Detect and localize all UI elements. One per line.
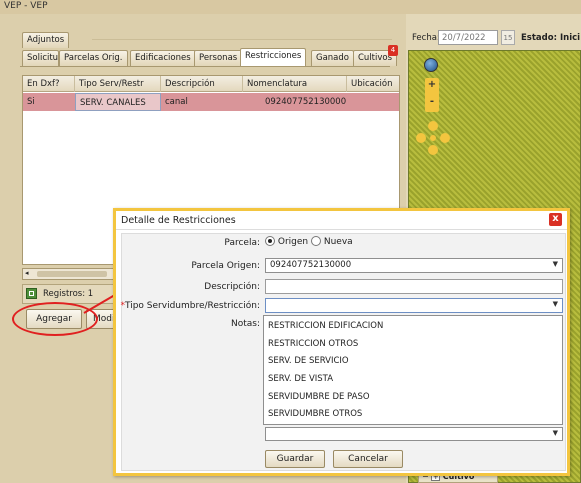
parcela-origen-label: Parcela Origen: [191, 261, 260, 271]
chevron-down-icon[interactable]: ▼ [553, 429, 558, 437]
cell-nomenclatura: 092407752130000 [265, 97, 347, 107]
dialog-title: Detalle de Restricciones [116, 211, 567, 230]
cancelar-button[interactable]: Cancelar [333, 450, 403, 468]
zoom-out-button[interactable]: - [425, 96, 439, 107]
grid-header: En Dxf? Tipo Serv/Restr Descripción Nome… [23, 76, 399, 92]
descripcion-input[interactable] [265, 279, 563, 294]
col-header-nomenclatura[interactable]: Nomenclatura [243, 76, 347, 92]
tipo-servidumbre-select[interactable]: ▼ [265, 298, 563, 313]
fecha-input[interactable]: 20/7/2022 [438, 30, 498, 45]
calendar-icon[interactable]: 15 [501, 30, 515, 45]
extra-select[interactable]: ▼ [265, 427, 563, 441]
col-header-en-dxf[interactable]: En Dxf? [23, 76, 75, 92]
tab-bar-baseline [20, 66, 390, 67]
cell-tipo: SERV. CANALES [75, 93, 161, 111]
dropdown-option[interactable]: SERV. DE VISTA [268, 374, 333, 384]
radio-origen[interactable] [265, 236, 275, 246]
descripcion-label: Descripción: [204, 282, 260, 292]
chevron-down-icon[interactable]: ▼ [553, 300, 558, 308]
dropdown-option[interactable]: SERV. DE SERVICIO [268, 356, 349, 366]
tab-row-divider [92, 39, 392, 40]
dropdown-option[interactable]: RESTRICCION EDIFICACION [268, 321, 383, 331]
col-header-ubicacion[interactable]: Ubicación [347, 76, 399, 92]
fecha-label: Fecha: [412, 33, 440, 43]
parcela-origen-value: 092407752130000 [270, 260, 352, 270]
tab-parcelas-orig[interactable]: Parcelas Orig. [59, 50, 128, 66]
table-row[interactable]: Si SERV. CANALES canal 092407752130000 [23, 93, 399, 111]
col-header-descripcion[interactable]: Descripción [161, 76, 243, 92]
guardar-button[interactable]: Guardar [265, 450, 325, 468]
zoom-control: + - [425, 78, 439, 112]
tab-solicitud[interactable]: Solicitu [22, 50, 59, 66]
excel-export-icon[interactable] [26, 288, 37, 299]
dropdown-option[interactable]: SERVIDUMBRE DE PASO [268, 392, 370, 402]
dropdown-option[interactable]: SERVIDUMBRE OTROS [268, 409, 362, 419]
close-icon[interactable]: x [549, 213, 562, 226]
tab-edificaciones[interactable]: Edificaciones [130, 50, 196, 66]
tab-personas[interactable]: Personas [194, 50, 243, 66]
radio-nueva-label[interactable]: Nueva [324, 237, 353, 247]
tab-ganado[interactable]: Ganado [311, 50, 354, 66]
tab-adjuntos[interactable]: Adjuntos [22, 32, 70, 48]
pan-control-icon[interactable] [415, 120, 451, 156]
parcela-label: Parcela: [224, 238, 260, 248]
radio-nueva[interactable] [311, 236, 321, 246]
cultivos-badge: 4 [388, 45, 398, 56]
col-header-tipo[interactable]: Tipo Serv/Restr [75, 76, 161, 92]
globe-icon[interactable] [424, 58, 438, 72]
radio-origen-label[interactable]: Origen [278, 237, 308, 247]
tipo-servidumbre-label: *Tipo Servidumbre/Restricción: [118, 301, 261, 311]
estado-label: Estado: [521, 33, 557, 43]
cell-descripcion: canal [165, 97, 188, 107]
tab-restricciones[interactable]: Restricciones [240, 48, 307, 66]
notas-label: Notas: [230, 319, 260, 329]
cell-en-dxf: Si [27, 97, 35, 107]
zoom-in-button[interactable]: + [425, 79, 439, 90]
parcela-origen-select[interactable]: 092407752130000 ▼ [265, 258, 563, 273]
chevron-down-icon[interactable]: ▼ [553, 260, 558, 268]
dropdown-option[interactable]: RESTRICCION OTROS [268, 339, 358, 349]
scroll-left-icon[interactable]: ◂ [25, 269, 29, 277]
estado-value: Inici [560, 33, 581, 43]
tipo-servidumbre-label-text: Tipo Servidumbre/Restricción: [125, 301, 260, 311]
parcela-radio-group: Origen Nueva [265, 236, 353, 247]
window-title: VEP - VEP [0, 0, 581, 14]
cell-ubicacion [347, 93, 399, 111]
